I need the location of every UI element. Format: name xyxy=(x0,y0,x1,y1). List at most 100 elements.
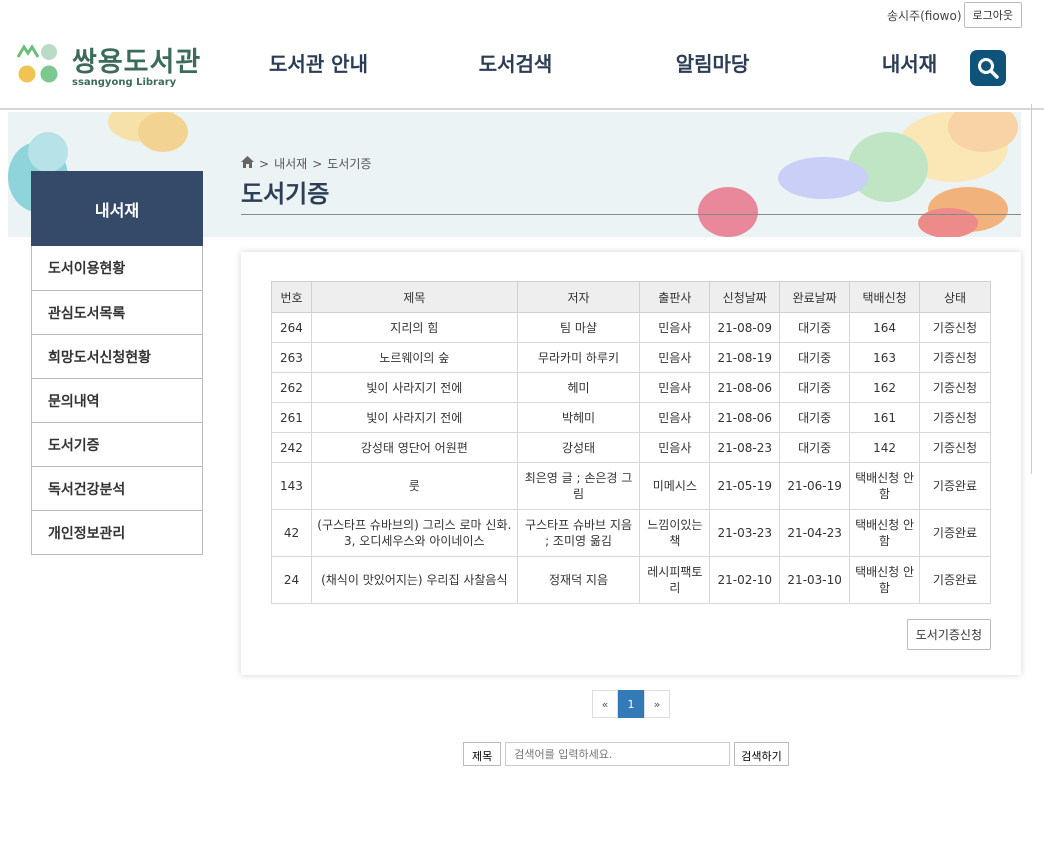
table-cell: 박헤미 xyxy=(516,402,641,433)
library-logo[interactable]: 쌍용도서관 ssangyong Library xyxy=(16,40,201,88)
table-cell: 느낌이있는책 xyxy=(639,509,711,557)
table-cell: 21-03-10 xyxy=(779,556,851,604)
table-row: 24 (채식이 맛있어지는) 우리집 사찰음식 정재덕 지음 레시피팩토리 21-02-… xyxy=(271,556,991,604)
table-row: 261 빛이 사라지기 전에 박헤미 민음사 21-08-06 대기중 161 기증신청 xyxy=(271,402,991,433)
sidebar-item-usage[interactable]: 도서이용현황 xyxy=(32,246,202,290)
table-cell: 261 xyxy=(271,402,312,433)
table-cell: 민음사 xyxy=(639,342,711,373)
table-row: 262 빛이 사라지기 전에 헤미 민음사 21-08-06 대기중 162 기증신청 xyxy=(271,372,991,403)
table-cell: 21-02-10 xyxy=(709,556,781,604)
table-cell: 레시피팩토리 xyxy=(639,556,711,604)
table-cell: 민음사 xyxy=(639,432,711,463)
nav-library-info[interactable]: 도서관 안내 xyxy=(220,48,417,77)
sidebar-item-reading-analysis[interactable]: 독서건강분석 xyxy=(32,466,202,510)
table-cell: 21-06-19 xyxy=(779,462,851,510)
table-cell: 21-08-06 xyxy=(709,402,781,433)
table-row: 264 지리의 힘팀 마샬 민음사 21-08-09 대기중 164 기증신청 xyxy=(271,312,991,343)
table-cell: 택배신청 안함 xyxy=(849,556,921,604)
search-icon[interactable] xyxy=(970,50,1006,86)
table-cell: 242 xyxy=(271,432,312,463)
sidebar-menu: 도서이용현황 관심도서목록 희망도서신청현황 문의내역 도서기증 독서건강분석 … xyxy=(31,246,203,555)
user-name: 송시주(fiowo) xyxy=(886,8,962,23)
table-cell: 대기중 xyxy=(779,342,851,373)
table-cell: 21-08-23 xyxy=(709,432,781,463)
breadcrumb-my-library[interactable]: 내서재 xyxy=(274,155,307,172)
nav-notice[interactable]: 알림마당 xyxy=(614,48,811,77)
logout-button[interactable]: 로그아웃 xyxy=(963,2,1022,28)
sidebar-title: 내서재 xyxy=(31,171,203,246)
donation-table: 번호 제목 저자 출판사 신청날짜 완료날짜 택배신청 상태 264 지리의 힘팀… xyxy=(271,281,991,604)
table-cell: 대기중 xyxy=(779,432,851,463)
table-row: 263 노르웨이의 숲 무라카미 하루키 민음사 21-08-19 대기중 163 기증신청 xyxy=(271,342,991,373)
table-cell: 민음사 xyxy=(639,402,711,433)
table-row: 143 룻 최은영 글 ; 손은경 그림 미메시스 21-05-19 21-06-19 택배… xyxy=(271,462,991,510)
table-cell: 기증완료 xyxy=(919,509,991,557)
table-cell: 21-08-06 xyxy=(709,372,781,403)
scroll-edge xyxy=(1031,104,1032,474)
table-cell: 164 xyxy=(849,312,921,343)
sidebar-item-favorites[interactable]: 관심도서목록 xyxy=(32,290,202,334)
table-cell: 대기중 xyxy=(779,372,851,403)
table-cell: 162 xyxy=(849,372,921,403)
table-cell: 21-03-23 xyxy=(709,509,781,557)
book-title-cell[interactable]: 빛이 사라지기 전에 xyxy=(310,372,518,403)
logo-mark-icon xyxy=(16,43,62,85)
donation-apply-button[interactable]: 도서기증신청 xyxy=(906,619,991,650)
table-cell: 163 xyxy=(849,342,921,373)
search-submit-button[interactable]: 검색하기 xyxy=(734,742,789,766)
table-cell: 민음사 xyxy=(639,372,711,403)
table-cell: 42 xyxy=(271,509,312,557)
search-input[interactable] xyxy=(505,742,731,766)
nav-book-search[interactable]: 도서검색 xyxy=(417,48,614,77)
page-1-button[interactable]: 1 xyxy=(618,690,644,718)
pagination: « 1 » xyxy=(592,690,670,718)
book-title-cell[interactable]: 룻 xyxy=(310,462,518,510)
table-cell: 정재덕 지음 xyxy=(516,556,641,604)
table-cell: 택배신청 안함 xyxy=(849,462,921,510)
table-cell: 기증완료 xyxy=(919,556,991,604)
breadcrumb: > 내서재 > 도서기증 xyxy=(241,155,371,172)
search-bar: 제목 검색하기 xyxy=(463,742,789,766)
home-icon[interactable] xyxy=(241,156,254,171)
table-cell: 구스타프 슈바브 지음 ; 조미영 옮김 xyxy=(516,509,641,557)
table-cell: 민음사 xyxy=(639,312,711,343)
sidebar-item-donation[interactable]: 도서기증 xyxy=(32,422,202,466)
table-cell: 팀 마샬 xyxy=(516,312,641,343)
table-cell: 헤미 xyxy=(516,372,641,403)
table-cell: 대기중 xyxy=(779,312,851,343)
table-cell: 161 xyxy=(849,402,921,433)
table-cell: 262 xyxy=(271,372,312,403)
table-cell: 21-08-09 xyxy=(709,312,781,343)
book-title-cell[interactable]: 노르웨이의 숲 xyxy=(310,342,518,373)
donation-list-panel: 번호 제목 저자 출판사 신청날짜 완료날짜 택배신청 상태 264 지리의 힘팀… xyxy=(241,252,1021,675)
table-cell: 택배신청 안함 xyxy=(849,509,921,557)
table-cell: 143 xyxy=(271,462,312,510)
table-cell: 무라카미 하루키 xyxy=(516,342,641,373)
table-cell: 기증신청 xyxy=(919,372,991,403)
table-row: 242 강성태 영단어 어원편 강성태 민음사 21-08-23 대기중 142 기증신청 xyxy=(271,432,991,463)
table-cell: 미메시스 xyxy=(639,462,711,510)
book-title-cell[interactable]: (구스타프 슈바브의) 그리스 로마 신화. 3, 오디세우스와 아이네이스 xyxy=(310,509,518,557)
main-navigation: 도서관 안내 도서검색 알림마당 내서재 xyxy=(220,48,1008,77)
book-title-cell[interactable]: (채식이 맛있어지는) 우리집 사찰음식 xyxy=(310,556,518,604)
table-cell: 21-08-19 xyxy=(709,342,781,373)
logo-name: 쌍용도서관 xyxy=(72,47,202,78)
book-title-cell[interactable]: 지리의 힘 xyxy=(310,312,518,343)
search-field-select[interactable]: 제목 xyxy=(463,742,502,766)
book-title-cell[interactable]: 강성태 영단어 어원편 xyxy=(310,432,518,463)
table-header-row: 번호 제목 저자 출판사 신청날짜 완료날짜 택배신청 상태 xyxy=(271,281,991,313)
book-title-cell[interactable]: 빛이 사라지기 전에 xyxy=(310,402,518,433)
sidebar-item-wish-books[interactable]: 희망도서신청현황 xyxy=(32,334,202,378)
page-next-button[interactable]: » xyxy=(644,690,670,718)
sidebar-item-profile[interactable]: 개인정보관리 xyxy=(32,510,202,554)
breadcrumb-donation[interactable]: 도서기증 xyxy=(327,155,371,172)
table-cell: 최은영 글 ; 손은경 그림 xyxy=(516,462,641,510)
top-utility-bar: 송시주(fiowo) 로그아웃 xyxy=(887,2,1022,28)
table-cell: 24 xyxy=(271,556,312,604)
table-cell: 21-05-19 xyxy=(709,462,781,510)
page-prev-button[interactable]: « xyxy=(592,690,618,718)
table-cell: 강성태 xyxy=(516,432,641,463)
sidebar-item-inquiries[interactable]: 문의내역 xyxy=(32,378,202,422)
site-header: 쌍용도서관 ssangyong Library 도서관 안내 도서검색 알림마당… xyxy=(0,28,1044,110)
table-cell: 기증완료 xyxy=(919,462,991,510)
